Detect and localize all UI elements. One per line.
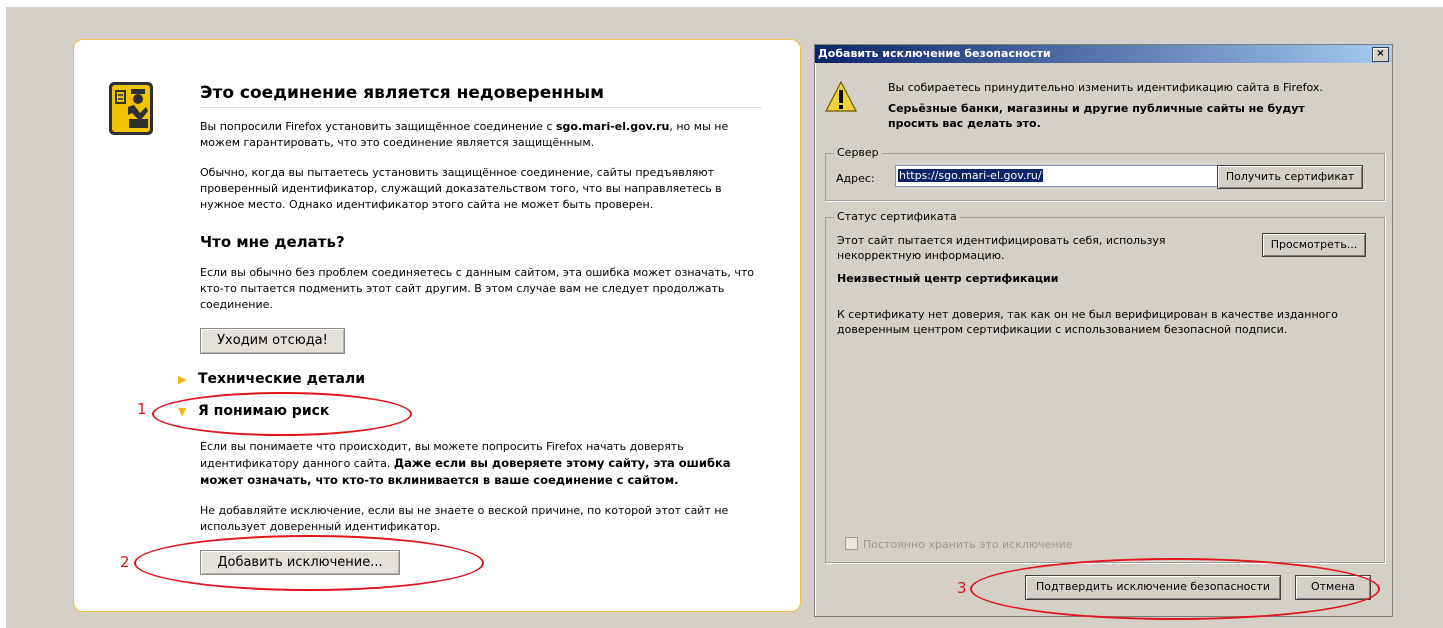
get-certificate-button[interactable]: Получить сертификат	[1217, 165, 1363, 189]
certificate-status-group: Статус сертификата	[825, 210, 1385, 563]
permanent-exception-label: Постоянно хранить это исключение	[863, 538, 1073, 551]
add-security-exception-dialog: Добавить исключение безопасности × Вы со…	[814, 44, 1393, 617]
unknown-ca-heading: Неизвестный центр сертификации	[837, 272, 1059, 285]
ca-explanation-text: К сертификату нет доверия, так как он не…	[837, 308, 1338, 336]
intro-host: sgo.mari-el.gov.ru	[556, 120, 670, 133]
what-to-do-text: Если вы обычно без проблем соединяетесь …	[200, 266, 755, 311]
permanent-exception-checkbox[interactable]: Постоянно хранить это исключение	[845, 537, 1073, 551]
intro-paragraph: Вы попросили Firefox установить защищённ…	[200, 119, 766, 151]
server-group-label: Сервер	[834, 146, 882, 159]
annotation-ellipse-1	[152, 392, 412, 436]
explanation-paragraph: Обычно, когда вы пытаетесь установить за…	[200, 166, 722, 211]
dialog-titlebar: Добавить исключение безопасности	[815, 45, 1392, 63]
what-to-do-heading: Что мне делать?	[200, 233, 345, 251]
warning-bold-text: Серьёзные банки, магазины и другие публи…	[888, 102, 1305, 130]
collapsed-triangle-icon: ▶	[178, 373, 187, 386]
warning-icon	[825, 81, 857, 112]
annotation-number-3: 3	[957, 579, 967, 597]
annotation-ellipse-3	[970, 558, 1380, 620]
certificate-status-label: Статус сертификата	[834, 210, 960, 223]
warning-line: Вы собираетесь принудительно изменить ид…	[888, 81, 1323, 94]
status-text: Этот сайт пытается идентифицировать себя…	[837, 234, 1166, 262]
get-me-out-button[interactable]: Уходим отсюда!	[200, 328, 345, 354]
address-value: https://sgo.mari-el.gov.ru/	[898, 169, 1043, 182]
page-title: Это соединение является недоверенным	[200, 83, 762, 108]
annotation-number-2: 2	[120, 553, 130, 571]
address-label: Адрес:	[836, 172, 875, 185]
no-add-paragraph: Не добавляйте исключение, если вы не зна…	[200, 504, 729, 533]
checkbox-box	[845, 537, 858, 550]
technical-details-toggle[interactable]: ▶ Технические детали	[178, 371, 365, 387]
risk-paragraph: Если вы понимаете что происходит, вы мож…	[200, 439, 766, 489]
untrusted-connection-page: Это соединение является недоверенным Вы …	[73, 39, 801, 612]
address-input[interactable]: https://sgo.mari-el.gov.ru/	[895, 165, 1221, 187]
intro-prefix: Вы попросили Firefox установить защищённ…	[200, 120, 556, 133]
view-certificate-button[interactable]: Просмотреть...	[1262, 233, 1366, 257]
annotation-ellipse-2	[134, 535, 484, 591]
annotation-number-1: 1	[137, 400, 147, 418]
close-icon[interactable]: ×	[1372, 47, 1389, 62]
technical-details-label: Технические детали	[198, 371, 366, 387]
dialog-title: Добавить исключение безопасности	[818, 47, 1051, 60]
officer-identity-icon	[109, 82, 153, 135]
